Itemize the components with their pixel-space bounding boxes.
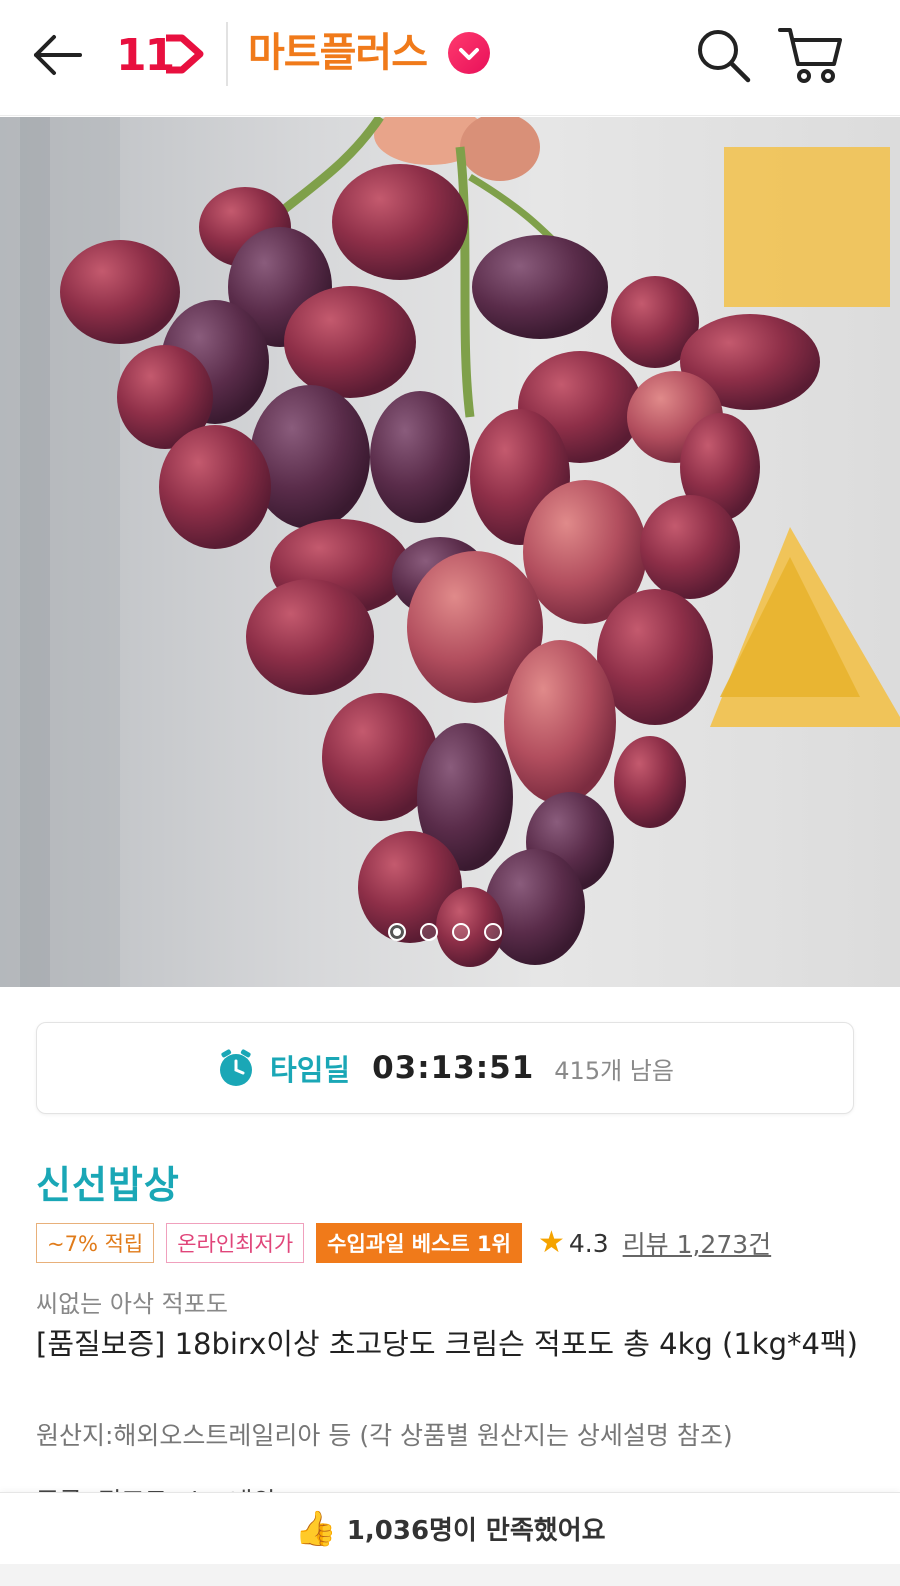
badge-row: ~7% 적립 온라인최저가 수입과일 베스트 1위 ★ 4.3 리뷰 1,273…	[36, 1222, 771, 1264]
lowest-price-badge: 온라인최저가	[166, 1223, 305, 1263]
star-icon: ★	[537, 1225, 565, 1260]
verified-badge-icon	[448, 32, 490, 74]
product-subtitle: 씨없는 아삭 적포도	[36, 1290, 228, 1318]
logo-text: 11	[116, 30, 173, 81]
timedeal-banner[interactable]: 타임딜 03:13:51 415개 남음	[36, 1022, 854, 1114]
search-button[interactable]	[692, 24, 754, 86]
mall-name[interactable]: 마트플러스	[248, 26, 428, 80]
points-badge: ~7% 적립	[36, 1223, 155, 1263]
rating-value: 4.3	[568, 1228, 609, 1258]
alarm-clock-icon	[220, 1049, 253, 1086]
image-pagination	[388, 923, 502, 941]
satisfaction-text: 1,036명이 만족했어요	[346, 1516, 606, 1546]
back-arrow-icon	[34, 35, 82, 75]
header-divider	[226, 22, 228, 86]
back-button[interactable]	[28, 32, 88, 78]
bottom-strip	[0, 1564, 900, 1586]
pagination-dot-2[interactable]	[420, 923, 438, 941]
timedeal-remaining: 415개 남음	[554, 1056, 674, 1085]
product-title: [품질보증] 18birx이상 초고당도 크림슨 적포도 총 4kg (1kg*…	[36, 1327, 858, 1361]
product-image[interactable]	[0, 117, 900, 987]
cart-icon	[778, 28, 842, 83]
reviews-link[interactable]: 리뷰 1,273건	[623, 1225, 772, 1261]
timedeal-countdown: 03:13:51	[372, 1050, 535, 1086]
rating: ★ 4.3 리뷰 1,273건	[538, 1225, 771, 1261]
bestseller-badge[interactable]: 수입과일 베스트 1위	[316, 1223, 522, 1263]
cart-button[interactable]	[776, 22, 846, 86]
satisfaction-bar[interactable]: 👍 1,036명이 만족했어요	[0, 1492, 900, 1564]
origin-info[interactable]: 원산지:해외오스트레일리아 등 (각 상품별 원산지는 상세설명 참조)	[36, 1416, 866, 1452]
pagination-dot-4[interactable]	[484, 923, 502, 941]
thumbs-up-icon: 👍	[294, 1508, 337, 1549]
timedeal-label: 타임딜	[270, 1053, 351, 1087]
pagination-dot-1[interactable]	[388, 923, 406, 941]
top-header: 11 마트플러스	[0, 0, 900, 116]
pagination-dot-3[interactable]	[452, 923, 470, 941]
seller-name[interactable]: 신선밥상	[36, 1154, 180, 1209]
search-icon	[698, 30, 751, 83]
11st-logo[interactable]: 11	[116, 26, 206, 82]
